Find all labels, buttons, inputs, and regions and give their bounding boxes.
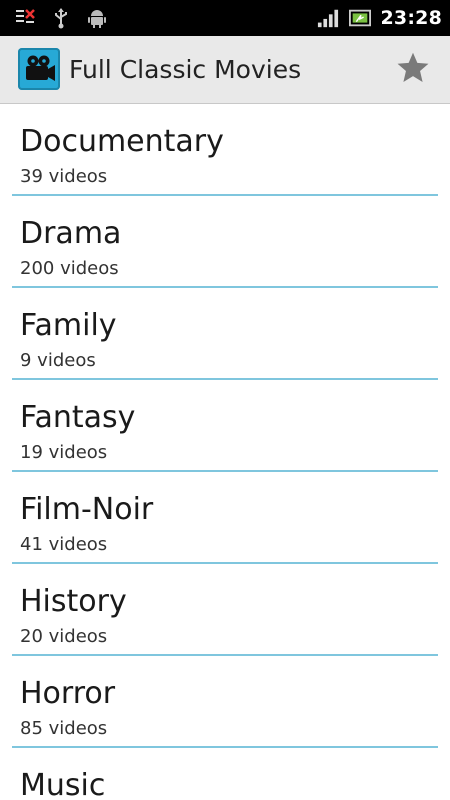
favorites-button[interactable] bbox=[394, 51, 432, 89]
list-item[interactable]: Documentary 39 videos bbox=[0, 104, 450, 196]
status-bar-right: 23:28 bbox=[317, 5, 442, 31]
list-item[interactable]: Horror 85 videos bbox=[0, 656, 450, 748]
list-item[interactable]: Fantasy 19 videos bbox=[0, 380, 450, 472]
star-icon bbox=[395, 50, 431, 90]
category-count: 85 videos bbox=[20, 718, 108, 739]
category-count: 19 videos bbox=[20, 442, 108, 463]
category-count: 39 videos bbox=[20, 166, 108, 187]
battery-icon bbox=[348, 7, 371, 29]
category-name: Drama bbox=[20, 216, 122, 251]
status-bar: 23:28 bbox=[0, 0, 450, 36]
action-bar: Full Classic Movies bbox=[0, 36, 450, 104]
android-debug-icon bbox=[86, 7, 108, 29]
category-name: Horror bbox=[20, 676, 116, 711]
list-item[interactable]: Film-Noir 41 videos bbox=[0, 472, 450, 564]
category-name: Documentary bbox=[20, 124, 224, 159]
category-count: 20 videos bbox=[20, 626, 108, 647]
category-name: Music bbox=[20, 768, 106, 800]
signal-icon bbox=[317, 7, 339, 29]
category-name: Family bbox=[20, 308, 117, 343]
movie-camera-icon[interactable] bbox=[18, 48, 60, 90]
category-count: 9 videos bbox=[20, 350, 96, 371]
notification-icon bbox=[14, 7, 36, 29]
app-title: Full Classic Movies bbox=[69, 55, 302, 84]
list-item[interactable]: History 20 videos bbox=[0, 564, 450, 656]
category-name: History bbox=[20, 584, 127, 619]
list-item[interactable]: Family 9 videos bbox=[0, 288, 450, 380]
category-name: Fantasy bbox=[20, 400, 136, 435]
category-count: 41 videos bbox=[20, 534, 108, 555]
category-name: Film-Noir bbox=[20, 492, 154, 527]
usb-icon bbox=[50, 7, 72, 29]
status-clock: 23:28 bbox=[380, 7, 442, 29]
list-item[interactable]: Music bbox=[0, 748, 450, 800]
list-item[interactable]: Drama 200 videos bbox=[0, 196, 450, 288]
category-count: 200 videos bbox=[20, 258, 119, 279]
status-bar-left bbox=[14, 6, 108, 30]
category-list: Documentary 39 videos Drama 200 videos F… bbox=[0, 104, 450, 800]
